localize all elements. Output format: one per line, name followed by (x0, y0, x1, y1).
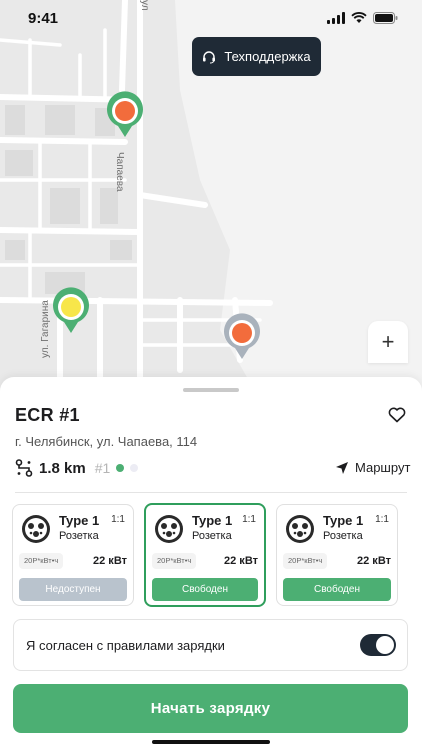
route-button[interactable]: Маршрут (335, 460, 410, 475)
station-name: ECR #1 (15, 405, 80, 425)
home-indicator (152, 740, 270, 744)
connector-type: Type 1 (323, 513, 364, 528)
connector-type: Type 1 (59, 513, 100, 528)
status-bar: 9:41 (0, 0, 422, 36)
connector-status-badge: Недоступен (19, 578, 127, 601)
sheet-grabber[interactable] (183, 388, 239, 392)
connector-price: 20Р*кВт•ч (283, 553, 328, 569)
street-label-gagarina: ул. Гагарина (40, 300, 51, 358)
type1-connector-icon (155, 515, 183, 543)
status-time: 9:41 (28, 10, 59, 27)
connector-list: Type 1 Розетка 1:1 20Р*кВт•ч 22 кВт Недо… (12, 503, 410, 608)
connector-ratio: 1:1 (242, 514, 256, 525)
connector-ratio: 1:1 (375, 514, 389, 525)
route-button-label: Маршрут (355, 460, 411, 475)
wifi-icon (351, 12, 367, 23)
connector-power: 22 кВт (93, 555, 127, 567)
connector-card-2[interactable]: Type 1 Розетка 1:1 20Р*кВт•ч 22 кВт Своб… (144, 503, 266, 607)
start-charging-button[interactable]: Начать зарядку (13, 684, 408, 733)
route-distance-icon (15, 459, 33, 477)
connector-price: 20Р*кВт•ч (19, 553, 64, 569)
agreement-toggle[interactable] (360, 634, 396, 656)
status-dot-available (116, 464, 125, 472)
station-address: г. Челябинск, ул. Чапаева, 114 (15, 434, 198, 449)
station-distance: 1.8 km (39, 459, 86, 477)
connector-card-3[interactable]: Type 1 Розетка 1:1 20Р*кВт•ч 22 кВт Своб… (276, 504, 398, 606)
type1-connector-icon (22, 515, 50, 543)
agreement-label: Я согласен с правилами зарядки (26, 638, 225, 653)
connector-subtype: Розетка (59, 530, 99, 542)
connector-price: 20Р*кВт•ч (152, 553, 197, 569)
map-pin-icon (53, 287, 89, 333)
signal-icon (327, 12, 345, 24)
distance-row: 1.8 km #1 (15, 459, 139, 477)
map-pin-icon (224, 313, 260, 359)
connector-status-badge: Свободен (152, 578, 258, 601)
connector-subtype: Розетка (192, 530, 232, 542)
station-bottom-sheet: ECR #1 г. Челябинск, ул. Чапаева, 114 1.… (0, 377, 422, 750)
status-dot-inactive (130, 464, 139, 472)
battery-icon (373, 12, 398, 24)
connector-power: 22 кВт (357, 555, 391, 567)
navigation-arrow-icon (336, 461, 348, 474)
connector-status-badge: Свободен (283, 578, 391, 601)
connector-ratio: 1:1 (111, 514, 125, 525)
street-label-chapaeva: Чапаева (114, 152, 125, 192)
status-icons (327, 12, 398, 24)
connector-power: 22 кВт (224, 555, 258, 567)
agreement-row: Я согласен с правилами зарядки (13, 619, 408, 671)
type1-connector-icon (286, 515, 314, 543)
station-number: #1 (94, 460, 111, 476)
connector-card-1[interactable]: Type 1 Розетка 1:1 20Р*кВт•ч 22 кВт Недо… (12, 504, 134, 606)
connector-type: Type 1 (192, 513, 233, 528)
map-pin-icon (107, 91, 143, 137)
toggle-knob (376, 636, 394, 654)
divider (15, 492, 407, 493)
headset-icon (203, 50, 216, 63)
support-button-label: Техподдержка (224, 49, 311, 64)
support-button[interactable]: Техподдержка (192, 37, 321, 76)
zoom-in-button[interactable]: + (368, 321, 408, 363)
favorite-heart-icon[interactable] (388, 407, 406, 423)
connector-subtype: Розетка (323, 530, 363, 542)
